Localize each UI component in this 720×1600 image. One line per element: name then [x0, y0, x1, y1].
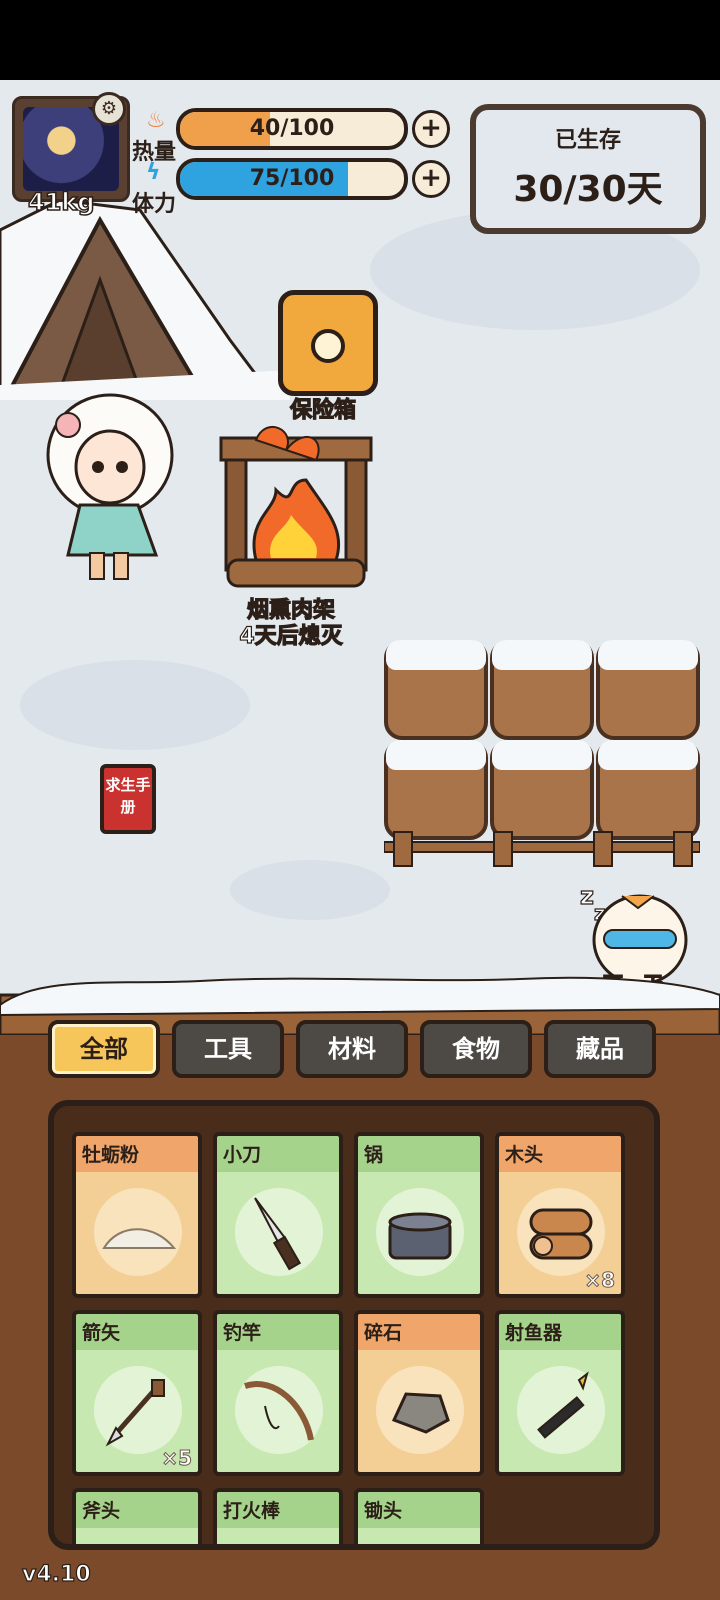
item-name: 木头 [505, 1144, 544, 1166]
gear-icon[interactable]: ⚙ [92, 92, 126, 126]
player-weight: 41kg [27, 187, 95, 217]
item-body [76, 1528, 198, 1550]
fish-shooter-icon [517, 1366, 605, 1454]
inventory-item[interactable]: 碎石 [354, 1310, 484, 1476]
item-header: 小刀 [217, 1136, 339, 1172]
item-name: 箭矢 [82, 1322, 121, 1344]
inventory-item[interactable]: 小刀 [213, 1132, 343, 1298]
item-body [217, 1172, 339, 1294]
status-bar [0, 0, 720, 80]
inventory-item[interactable]: 钓竿 [213, 1310, 343, 1476]
item-body [76, 1172, 198, 1294]
calories-bar: 40/100 [176, 108, 408, 150]
item-name: 锅 [364, 1144, 384, 1166]
item-name: 牡蛎粉 [82, 1144, 140, 1166]
item-body [358, 1350, 480, 1472]
player-character[interactable] [38, 385, 178, 585]
plot-rock[interactable] [596, 740, 700, 840]
smoking-rack-fire-icon[interactable] [216, 420, 376, 590]
inventory-item[interactable]: 打火棒 [213, 1488, 343, 1550]
item-header: 牡蛎粉 [76, 1136, 198, 1172]
plot-rock[interactable] [384, 640, 488, 740]
plot-rock[interactable] [384, 740, 488, 840]
item-header: 打火棒 [217, 1492, 339, 1528]
item-body: ×8 [499, 1172, 621, 1294]
flame-icon: ♨ [146, 108, 166, 133]
item-name: 小刀 [223, 1144, 262, 1166]
item-name: 射鱼器 [505, 1322, 563, 1344]
item-name: 锄头 [364, 1500, 403, 1522]
fence-icon [384, 831, 700, 867]
fire-status: 4天后熄灭 [239, 623, 344, 649]
inventory-item[interactable]: 锄头 [354, 1488, 484, 1550]
item-header: 锅 [358, 1136, 480, 1172]
add-calories-button[interactable]: + [412, 110, 450, 148]
hoe-icon [376, 1544, 464, 1550]
fishing-rod-icon [235, 1366, 323, 1454]
gravel-icon [376, 1366, 464, 1454]
item-body [358, 1172, 480, 1294]
item-header: 木头 [499, 1136, 621, 1172]
inventory-item[interactable]: 锅 [354, 1132, 484, 1298]
plot-rock[interactable] [596, 640, 700, 740]
item-header: 射鱼器 [499, 1314, 621, 1350]
stamina-value: 75/100 [249, 166, 335, 191]
inventory-item[interactable]: 木头 ×8 [495, 1132, 625, 1298]
item-name: 打火棒 [223, 1500, 281, 1522]
tab-materials[interactable]: 材料 [296, 1020, 408, 1078]
calories-value: 40/100 [249, 116, 335, 141]
item-body [499, 1350, 621, 1472]
inventory-grid: 牡蛎粉 小刀 锅 木头 ×8 箭矢 ×5 钓竿 碎石 射鱼器斧头 打火棒 锄头 [72, 1132, 636, 1550]
item-count: ×8 [584, 1268, 616, 1293]
item-header: 斧头 [76, 1492, 198, 1528]
item-header: 碎石 [358, 1314, 480, 1350]
inventory-item[interactable]: 牡蛎粉 [72, 1132, 202, 1298]
item-body: ×5 [76, 1350, 198, 1472]
svg-text:z: z [580, 882, 594, 910]
version-label: v4.10 [21, 1561, 91, 1587]
item-header: 钓竿 [217, 1314, 339, 1350]
plot-rock[interactable] [490, 740, 594, 840]
lightning-icon: ϟ [146, 160, 161, 185]
item-body [217, 1528, 339, 1550]
item-count: ×5 [161, 1446, 193, 1471]
oyster-powder-icon [94, 1188, 182, 1276]
axe-icon [94, 1544, 182, 1550]
item-body [358, 1528, 480, 1550]
inventory-panel: 牡蛎粉 小刀 锅 木头 ×8 箭矢 ×5 钓竿 碎石 射鱼器斧头 打火棒 锄头 [48, 1100, 660, 1550]
stamina-label: 体力 [132, 192, 177, 217]
item-name: 钓竿 [223, 1322, 262, 1344]
knife-icon [235, 1188, 323, 1276]
plot-rock[interactable] [490, 640, 594, 740]
inventory-item[interactable]: 斧头 [72, 1488, 202, 1550]
survival-manual-button[interactable]: 求生手册 [100, 764, 156, 834]
inventory-item[interactable]: 射鱼器 [495, 1310, 625, 1476]
snowy-plots [384, 640, 700, 840]
item-header: 箭矢 [76, 1314, 198, 1350]
item-name: 碎石 [364, 1322, 403, 1344]
days-survived-panel: 已生存 30/30天 [470, 104, 706, 234]
stamina-bar: 75/100 [176, 158, 408, 200]
tab-all[interactable]: 全部 [48, 1020, 160, 1078]
tab-tools[interactable]: 工具 [172, 1020, 284, 1078]
days-survived-label: 已生存 [554, 128, 621, 153]
inventory-item[interactable]: 箭矢 ×5 [72, 1310, 202, 1476]
safe-dial [311, 329, 345, 363]
wood-log-icon [517, 1188, 605, 1276]
safe-icon[interactable] [278, 290, 378, 396]
add-stamina-button[interactable]: + [412, 160, 450, 198]
tab-collectibles[interactable]: 藏品 [544, 1020, 656, 1078]
item-body [217, 1350, 339, 1472]
arrow-icon [94, 1366, 182, 1454]
fire-starter-icon [235, 1544, 323, 1550]
pot-icon [376, 1188, 464, 1276]
tent-icon[interactable] [0, 190, 290, 400]
item-name: 斧头 [82, 1500, 121, 1522]
tab-food[interactable]: 食物 [420, 1020, 532, 1078]
days-survived-value: 30/30天 [513, 169, 663, 210]
item-header: 锄头 [358, 1492, 480, 1528]
